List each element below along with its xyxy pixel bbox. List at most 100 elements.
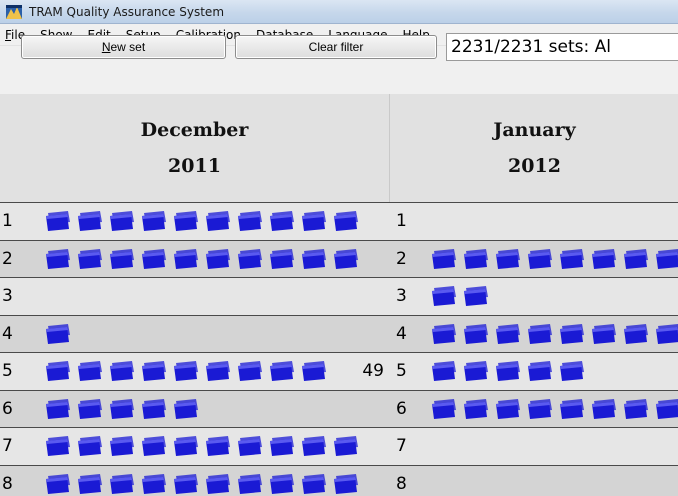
measurement-set-icon[interactable] bbox=[204, 473, 232, 495]
measurement-set-icon[interactable] bbox=[332, 435, 360, 457]
measurement-set-icon[interactable] bbox=[172, 210, 200, 232]
measurement-set-icon[interactable] bbox=[622, 248, 650, 270]
day-row[interactable]: 1 bbox=[0, 202, 390, 240]
measurement-set-icon[interactable] bbox=[268, 248, 296, 270]
measurement-set-icon[interactable] bbox=[494, 248, 522, 270]
day-row[interactable]: 4 bbox=[390, 314, 678, 352]
measurement-set-icon[interactable] bbox=[558, 360, 586, 382]
measurement-set-icon[interactable] bbox=[300, 435, 328, 457]
measurement-set-icon[interactable] bbox=[462, 285, 490, 307]
measurement-set-icon[interactable] bbox=[332, 210, 360, 232]
measurement-set-icon[interactable] bbox=[140, 210, 168, 232]
new-set-button[interactable]: New set bbox=[21, 35, 226, 59]
measurement-set-icon[interactable] bbox=[268, 435, 296, 457]
day-row[interactable]: 3 bbox=[0, 277, 390, 315]
measurement-set-icon[interactable] bbox=[494, 398, 522, 420]
measurement-set-icon[interactable] bbox=[494, 360, 522, 382]
measurement-set-icon[interactable] bbox=[462, 398, 490, 420]
day-row[interactable]: 8 bbox=[0, 464, 390, 496]
measurement-set-icon[interactable] bbox=[236, 435, 264, 457]
title-bar[interactable]: TRAM Quality Assurance System bbox=[0, 0, 678, 24]
measurement-set-icon[interactable] bbox=[140, 248, 168, 270]
measurement-set-icon[interactable] bbox=[76, 360, 104, 382]
measurement-set-icon[interactable] bbox=[140, 435, 168, 457]
day-row[interactable]: 2 bbox=[0, 239, 390, 277]
measurement-set-icon[interactable] bbox=[108, 435, 136, 457]
day-row[interactable]: 4 bbox=[0, 314, 390, 352]
measurement-set-icon[interactable] bbox=[204, 360, 232, 382]
measurement-set-icon[interactable] bbox=[526, 398, 554, 420]
day-row[interactable]: 5 bbox=[390, 352, 678, 390]
measurement-set-icon[interactable] bbox=[76, 473, 104, 495]
measurement-set-icon[interactable] bbox=[300, 473, 328, 495]
day-row[interactable]: 8 bbox=[390, 464, 678, 496]
measurement-set-icon[interactable] bbox=[76, 210, 104, 232]
measurement-set-icon[interactable] bbox=[236, 210, 264, 232]
measurement-set-icon[interactable] bbox=[140, 473, 168, 495]
measurement-set-icon[interactable] bbox=[558, 248, 586, 270]
measurement-set-icon[interactable] bbox=[430, 248, 458, 270]
measurement-set-icon[interactable] bbox=[430, 360, 458, 382]
day-row[interactable]: 6 bbox=[0, 389, 390, 427]
measurement-set-icon[interactable] bbox=[140, 398, 168, 420]
measurement-set-icon[interactable] bbox=[590, 323, 618, 345]
measurement-set-icon[interactable] bbox=[332, 473, 360, 495]
measurement-set-icon[interactable] bbox=[558, 323, 586, 345]
measurement-set-icon[interactable] bbox=[172, 435, 200, 457]
measurement-set-icon[interactable] bbox=[300, 248, 328, 270]
day-row[interactable]: 3 bbox=[390, 277, 678, 315]
measurement-set-icon[interactable] bbox=[44, 398, 72, 420]
measurement-set-icon[interactable] bbox=[108, 473, 136, 495]
measurement-set-icon[interactable] bbox=[462, 323, 490, 345]
measurement-set-icon[interactable] bbox=[590, 248, 618, 270]
measurement-set-icon[interactable] bbox=[236, 248, 264, 270]
measurement-set-icon[interactable] bbox=[204, 435, 232, 457]
measurement-set-icon[interactable] bbox=[204, 248, 232, 270]
day-row[interactable]: 2 bbox=[390, 239, 678, 277]
measurement-set-icon[interactable] bbox=[430, 285, 458, 307]
measurement-set-icon[interactable] bbox=[430, 398, 458, 420]
measurement-set-icon[interactable] bbox=[44, 323, 72, 345]
measurement-set-icon[interactable] bbox=[44, 360, 72, 382]
measurement-set-icon[interactable] bbox=[526, 360, 554, 382]
measurement-set-icon[interactable] bbox=[526, 248, 554, 270]
day-row[interactable]: 7 bbox=[0, 427, 390, 465]
measurement-set-icon[interactable] bbox=[172, 473, 200, 495]
measurement-set-icon[interactable] bbox=[76, 248, 104, 270]
measurement-set-icon[interactable] bbox=[236, 473, 264, 495]
measurement-set-icon[interactable] bbox=[44, 473, 72, 495]
measurement-set-icon[interactable] bbox=[172, 360, 200, 382]
measurement-set-icon[interactable] bbox=[622, 398, 650, 420]
measurement-set-icon[interactable] bbox=[462, 248, 490, 270]
measurement-set-icon[interactable] bbox=[172, 398, 200, 420]
measurement-set-icon[interactable] bbox=[108, 398, 136, 420]
measurement-set-icon[interactable] bbox=[654, 248, 678, 270]
measurement-set-icon[interactable] bbox=[622, 323, 650, 345]
measurement-set-icon[interactable] bbox=[558, 398, 586, 420]
measurement-set-icon[interactable] bbox=[108, 360, 136, 382]
measurement-set-icon[interactable] bbox=[526, 323, 554, 345]
measurement-set-icon[interactable] bbox=[268, 360, 296, 382]
day-row[interactable]: 7 bbox=[390, 427, 678, 465]
measurement-set-icon[interactable] bbox=[204, 210, 232, 232]
measurement-set-icon[interactable] bbox=[300, 210, 328, 232]
measurement-set-icon[interactable] bbox=[462, 360, 490, 382]
measurement-set-icon[interactable] bbox=[268, 473, 296, 495]
measurement-set-icon[interactable] bbox=[108, 248, 136, 270]
measurement-set-icon[interactable] bbox=[654, 323, 678, 345]
measurement-set-icon[interactable] bbox=[76, 398, 104, 420]
measurement-set-icon[interactable] bbox=[172, 248, 200, 270]
measurement-set-icon[interactable] bbox=[76, 435, 104, 457]
measurement-set-icon[interactable] bbox=[140, 360, 168, 382]
measurement-set-icon[interactable] bbox=[430, 323, 458, 345]
measurement-set-icon[interactable] bbox=[590, 398, 618, 420]
day-row[interactable]: 6 bbox=[390, 389, 678, 427]
measurement-set-icon[interactable] bbox=[332, 248, 360, 270]
measurement-set-icon[interactable] bbox=[44, 210, 72, 232]
measurement-set-icon[interactable] bbox=[268, 210, 296, 232]
measurement-set-icon[interactable] bbox=[44, 435, 72, 457]
clear-filter-button[interactable]: Clear filter bbox=[235, 35, 437, 59]
measurement-set-icon[interactable] bbox=[108, 210, 136, 232]
measurement-set-icon[interactable] bbox=[300, 360, 328, 382]
measurement-set-icon[interactable] bbox=[44, 248, 72, 270]
